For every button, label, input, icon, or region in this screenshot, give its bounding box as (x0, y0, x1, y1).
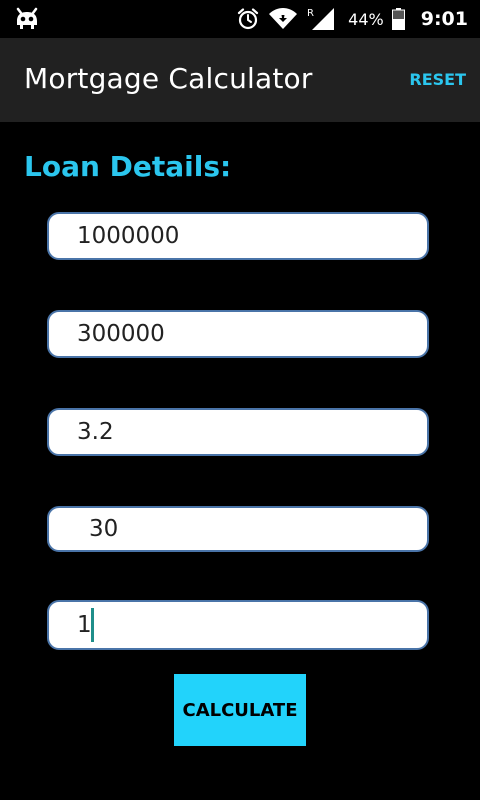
loan-field-2[interactable] (47, 310, 429, 358)
roaming-indicator: R (307, 8, 314, 19)
app-title: Mortgage Calculator (24, 62, 313, 95)
calculate-button[interactable]: CALCULATE (174, 674, 306, 746)
loan-details-heading: Loan Details: (24, 150, 232, 183)
loan-field-5[interactable] (47, 600, 429, 650)
text-cursor (91, 608, 94, 642)
app-screen: R 44% 9:01 Mortgage Calculator RESET Loa… (0, 0, 480, 800)
status-clock: 9:01 (420, 8, 468, 30)
battery-percent: 44% (348, 9, 384, 29)
loan-field-1[interactable] (47, 212, 429, 260)
action-bar: Mortgage Calculator RESET (0, 38, 480, 122)
alarm-icon (236, 7, 260, 31)
battery-icon (391, 8, 405, 30)
status-icons: R 44% 9:01 (236, 0, 468, 38)
signal-icon: R (306, 6, 336, 32)
wifi-icon (268, 7, 298, 31)
reset-button[interactable]: RESET (407, 68, 468, 91)
bug-icon (14, 7, 40, 31)
loan-field-3[interactable] (47, 408, 429, 456)
status-bar: R 44% 9:01 (0, 0, 480, 38)
loan-field-4[interactable] (47, 506, 429, 552)
